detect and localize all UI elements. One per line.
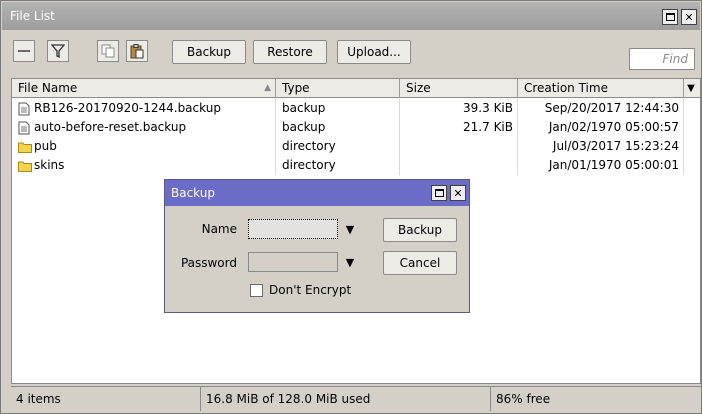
- folder-icon: [18, 159, 32, 173]
- cell-type: directory: [276, 137, 400, 156]
- filter-button[interactable]: [47, 40, 69, 62]
- upload-button[interactable]: Upload...: [337, 40, 411, 64]
- cell-size: 39.3 KiB: [400, 99, 518, 118]
- column-header-size[interactable]: Size: [400, 79, 518, 98]
- folder-icon: [18, 140, 32, 154]
- maximize-icon: [665, 13, 675, 21]
- copy-button[interactable]: [97, 40, 119, 62]
- file-name-text: RB126-20170920-1244.backup: [34, 101, 221, 115]
- name-label: Name: [201, 222, 237, 236]
- dialog-titlebar[interactable]: Backup ✕: [165, 180, 469, 206]
- table-row[interactable]: skins directory Jan/01/1970 05:00:01: [12, 156, 700, 175]
- password-input[interactable]: [248, 252, 338, 272]
- file-icon: [18, 121, 30, 135]
- table-row[interactable]: RB126-20170920-1244.backup backup 39.3 KiB…: [12, 99, 700, 118]
- cell-type: directory: [276, 156, 400, 175]
- table-row[interactable]: pub directory Jul/03/2017 15:23:24: [12, 137, 700, 156]
- close-icon: ✕: [453, 186, 463, 200]
- password-label: Password: [180, 256, 237, 270]
- cell-size: [400, 156, 518, 175]
- filter-icon: [51, 44, 65, 58]
- restore-button[interactable]: Restore: [253, 40, 327, 64]
- status-item-count: 4 items: [11, 387, 201, 411]
- dialog-maximize-button[interactable]: [431, 185, 447, 201]
- backup-button[interactable]: Backup: [172, 40, 246, 64]
- cell-name: auto-before-reset.backup: [12, 118, 276, 137]
- status-disk-free: 86% free: [496, 392, 551, 406]
- remove-button[interactable]: [13, 40, 35, 62]
- file-list-window: File List ✕ Backup Restore Upload... Fin…: [0, 0, 702, 414]
- copy-icon: [101, 44, 115, 58]
- file-name-text: auto-before-reset.backup: [34, 120, 187, 134]
- cell-created: Jul/03/2017 15:23:24: [518, 137, 684, 156]
- status-disk-used: 16.8 MiB of 128.0 MiB used: [201, 387, 491, 411]
- dont-encrypt-checkbox[interactable]: [250, 284, 263, 297]
- column-header-creation-time[interactable]: Creation Time: [518, 79, 684, 98]
- cell-name: skins: [12, 156, 276, 175]
- maximize-button[interactable]: [662, 9, 678, 25]
- dialog-backup-button[interactable]: Backup: [383, 218, 457, 242]
- cell-size: [400, 137, 518, 156]
- password-dropdown-button[interactable]: ▼: [343, 252, 357, 272]
- find-input[interactable]: [629, 48, 695, 70]
- cell-created: Sep/20/2017 12:44:30: [518, 99, 684, 118]
- file-icon: [18, 102, 30, 116]
- file-name-text: skins: [34, 158, 65, 172]
- cell-type: backup: [276, 118, 400, 137]
- cell-created: Jan/02/1970 05:00:57: [518, 118, 684, 137]
- status-bar: 4 items 16.8 MiB of 128.0 MiB used 86% f…: [11, 386, 701, 411]
- toolbar: Backup Restore Upload...: [2, 31, 700, 71]
- cell-name: pub: [12, 137, 276, 156]
- close-icon: ✕: [684, 10, 694, 24]
- window-title: File List: [10, 9, 55, 23]
- cell-created: Jan/01/1970 05:00:01: [518, 156, 684, 175]
- file-name-text: pub: [34, 139, 57, 153]
- column-menu-button[interactable]: ▼: [682, 79, 700, 98]
- paste-icon: [130, 43, 144, 58]
- dropdown-arrow-icon: ▼: [345, 255, 355, 269]
- dialog-close-button[interactable]: ✕: [450, 185, 466, 201]
- cell-size: 21.7 KiB: [400, 118, 518, 137]
- column-header-file-name[interactable]: File Name ▲: [12, 79, 276, 98]
- minus-icon: [18, 50, 30, 52]
- dropdown-arrow-icon: ▼: [345, 222, 355, 236]
- dropdown-arrow-icon: ▼: [687, 83, 695, 94]
- name-dropdown-button[interactable]: ▼: [343, 219, 357, 239]
- column-label: File Name: [18, 81, 78, 95]
- table-row[interactable]: auto-before-reset.backup backup 21.7 KiB Ja…: [12, 118, 700, 137]
- column-header-type[interactable]: Type: [276, 79, 400, 98]
- backup-dialog: Backup ✕ Name ▼ Password ▼ Don't Encrypt…: [164, 179, 470, 313]
- cell-name: RB126-20170920-1244.backup: [12, 99, 276, 118]
- dont-encrypt-label: Don't Encrypt: [269, 283, 352, 297]
- paste-button[interactable]: [126, 40, 148, 62]
- name-input[interactable]: [248, 219, 338, 239]
- dialog-cancel-button[interactable]: Cancel: [383, 251, 457, 275]
- table-header: File Name ▲ Type Size Creation Time ▼: [12, 79, 700, 98]
- dialog-title: Backup: [171, 186, 215, 200]
- cell-type: backup: [276, 99, 400, 118]
- close-button[interactable]: ✕: [681, 9, 697, 25]
- window-titlebar[interactable]: File List ✕: [2, 2, 700, 30]
- maximize-icon: [434, 189, 444, 197]
- sort-arrow-icon: ▲: [264, 83, 271, 93]
